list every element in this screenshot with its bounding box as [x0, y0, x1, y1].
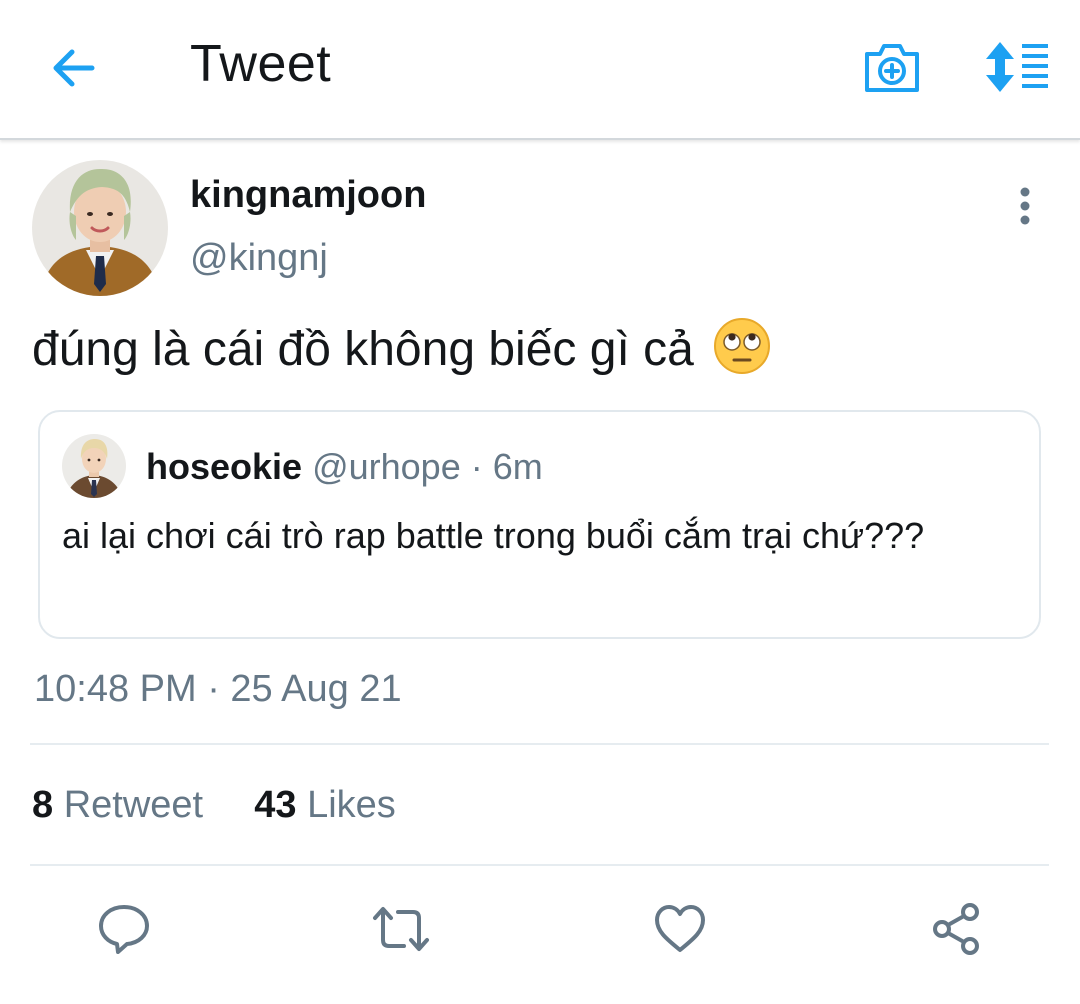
- more-vertical-icon: [1020, 187, 1030, 225]
- divider: [30, 743, 1049, 745]
- divider: [30, 864, 1049, 866]
- quoted-time: 6m: [492, 446, 543, 487]
- top-bar: Tweet: [0, 0, 1080, 140]
- quoted-header: hoseokie @urhope · 6m: [146, 446, 543, 488]
- retweet-icon: [373, 907, 429, 951]
- more-options-button[interactable]: [1006, 186, 1044, 226]
- author-display-name[interactable]: kingnamjoon: [190, 174, 426, 217]
- likes-label: Likes: [307, 784, 396, 826]
- arrow-left-icon: [53, 49, 95, 87]
- tweet-text: đúng là cái đồ không biếc gì cả: [32, 318, 771, 381]
- quoted-tweet[interactable]: hoseokie @urhope · 6m ai lại chơi cái tr…: [38, 410, 1041, 639]
- quoted-handle[interactable]: @urhope: [312, 446, 461, 487]
- reply-button[interactable]: [96, 902, 152, 956]
- like-button[interactable]: [652, 902, 708, 956]
- page-title: Tweet: [190, 35, 332, 93]
- reply-icon: [99, 905, 149, 954]
- quoted-avatar[interactable]: [62, 434, 126, 498]
- share-icon: [933, 903, 979, 955]
- retweets-label: Retweet: [63, 784, 204, 826]
- sort-list-icon: [986, 42, 1048, 92]
- retweet-button[interactable]: [372, 902, 429, 956]
- author-handle[interactable]: @kingnj: [190, 237, 328, 280]
- profile-photo: [32, 160, 168, 296]
- quoted-display-name[interactable]: hoseokie: [146, 446, 302, 487]
- retweets-count: 8: [32, 784, 54, 826]
- retweets-stat[interactable]: 8 Retweet: [32, 784, 203, 826]
- sort-button[interactable]: [984, 40, 1054, 94]
- tweet-timestamp: 10:48 PM · 25 Aug 21: [34, 668, 402, 710]
- tweet-stats: 8 Retweet 43 Likes: [32, 784, 396, 827]
- camera-plus-icon: [865, 44, 919, 92]
- avatar[interactable]: [32, 160, 168, 296]
- like-icon: [655, 905, 705, 952]
- camera-button[interactable]: [862, 38, 922, 96]
- likes-stat[interactable]: 43 Likes: [254, 784, 396, 826]
- quoted-text: ai lại chơi cái trò rap battle trong buổ…: [62, 515, 925, 556]
- face-with-rolling-eyes-icon: [714, 318, 771, 375]
- tweet-text-content: đúng là cái đồ không biếc gì cả: [32, 323, 694, 376]
- back-button[interactable]: [48, 42, 100, 94]
- share-button[interactable]: [930, 902, 986, 956]
- quoted-profile-photo: [62, 434, 126, 498]
- quoted-separator: ·: [460, 446, 493, 487]
- likes-count: 43: [254, 784, 297, 826]
